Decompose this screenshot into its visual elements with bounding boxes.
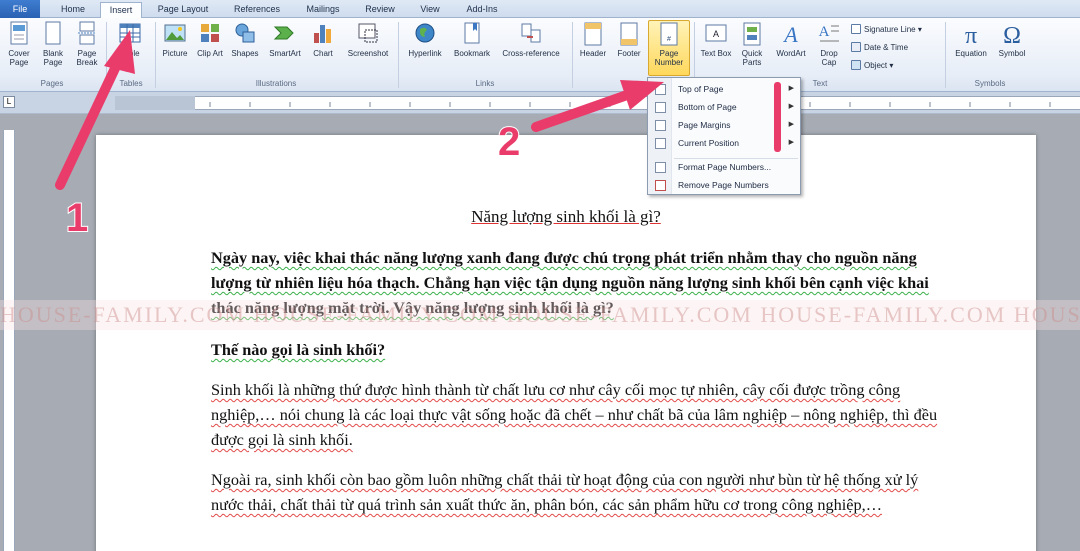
word-window: File Home Insert Page Layout References … <box>0 0 1080 551</box>
step-2-number: 2 <box>497 119 521 165</box>
step-1-number: 1 <box>65 195 89 241</box>
highlight-bar <box>774 82 781 152</box>
arrow-2-icon <box>531 80 664 132</box>
annotation-layer <box>55 30 664 190</box>
arrow-1-icon <box>55 30 135 190</box>
